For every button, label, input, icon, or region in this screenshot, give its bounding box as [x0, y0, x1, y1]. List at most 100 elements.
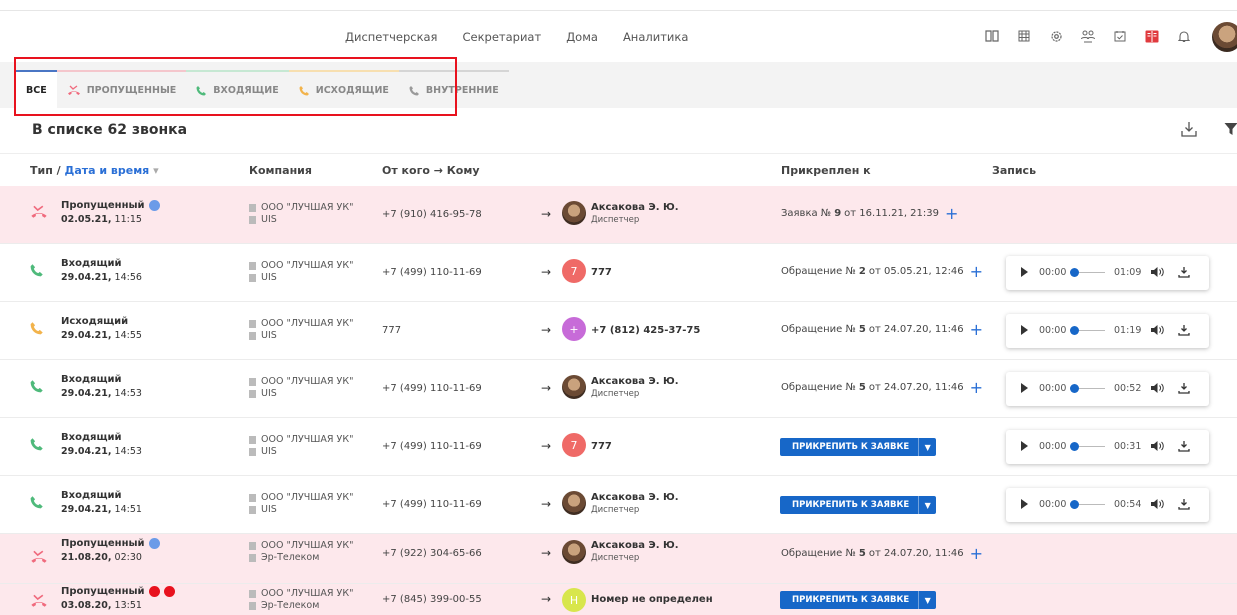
user-avatar[interactable] — [1212, 22, 1237, 52]
attached-to[interactable]: Обращение № 5 от 24.07.20, 11:46 + — [781, 545, 983, 561]
attached-to[interactable]: Заявка № 9 от 16.11.21, 21:39 + — [781, 205, 958, 221]
export-download-icon[interactable] — [1180, 120, 1198, 141]
nav-secretariat[interactable]: Секретариат — [462, 30, 541, 44]
tab-incoming[interactable]: ВХОДЯЩИЕ — [186, 70, 289, 108]
download-icon[interactable] — [1178, 440, 1190, 455]
seek-track[interactable] — [1079, 446, 1105, 447]
table-row[interactable]: Входящий 29.04.21, 14:53 ООО "ЛУЧШАЯ УК"… — [0, 360, 1237, 418]
settings-icon[interactable] — [1048, 28, 1064, 44]
company-name: ООО "ЛУЧШАЯ УК" — [249, 588, 353, 599]
attach-to-request-button[interactable]: ПРИКРЕПИТЬ К ЗАЯВКЕ ▼ — [780, 438, 937, 456]
column-company: Компания — [249, 164, 312, 177]
attach-number: 2 — [858, 266, 866, 277]
company-label: ООО "ЛУЧШАЯ УК" — [261, 492, 354, 503]
table-row[interactable]: Пропущенный 03.08.20, 13:51 ООО "ЛУЧШАЯ … — [0, 584, 1237, 615]
book-icon[interactable] — [984, 28, 1000, 44]
chevron-down-icon[interactable]: ▼ — [918, 591, 936, 609]
tab-internal[interactable]: ВНУТРЕННИЕ — [398, 70, 509, 108]
tab-outgoing-label: ИСХОДЯЩИЕ — [315, 84, 389, 96]
recipient-name: Аксакова Э. Ю. — [591, 376, 679, 387]
seek-track[interactable] — [1079, 330, 1105, 331]
table-row[interactable]: Входящий 29.04.21, 14:51 ООО "ЛУЧШАЯ УК"… — [0, 476, 1237, 534]
download-icon[interactable] — [1178, 266, 1190, 281]
play-icon[interactable] — [1021, 383, 1028, 393]
seek-track[interactable] — [1079, 272, 1105, 273]
chevron-down-icon[interactable]: ▼ — [918, 496, 936, 514]
play-icon[interactable] — [1021, 267, 1028, 277]
call-type-label: Входящий — [61, 490, 122, 501]
attached-to[interactable]: Обращение № 5 от 24.07.20, 11:46 + — [781, 379, 983, 395]
attached-to[interactable]: Обращение № 2 от 05.05.21, 12:46 + — [781, 263, 983, 279]
table-row[interactable]: Исходящий 29.04.21, 14:55 ООО "ЛУЧШАЯ УК… — [0, 302, 1237, 360]
arrow-right-icon: → — [541, 265, 552, 279]
calendar-check-icon[interactable] — [1112, 28, 1128, 44]
volume-icon[interactable] — [1150, 440, 1164, 455]
red-notebook-icon[interactable] — [1144, 28, 1160, 44]
call-time: 14:53 — [114, 446, 142, 457]
grid-icon[interactable] — [1016, 28, 1032, 44]
telephony-provider: UIS — [249, 330, 277, 341]
call-time: 14:53 — [114, 388, 142, 399]
volume-icon[interactable] — [1150, 266, 1164, 281]
plus-icon[interactable]: + — [970, 263, 983, 279]
call-type-label: Пропущенный — [61, 200, 145, 211]
table-row[interactable]: Входящий 29.04.21, 14:56 ООО "ЛУЧШАЯ УК"… — [0, 244, 1237, 302]
filter-icon[interactable] — [1224, 122, 1237, 139]
download-icon[interactable] — [1178, 324, 1190, 339]
table-row[interactable]: Пропущенный 21.08.20, 02:30 ООО "ЛУЧШАЯ … — [0, 534, 1237, 584]
seek-handle[interactable] — [1070, 326, 1079, 335]
avatar — [562, 491, 586, 515]
tab-outgoing[interactable]: ИСХОДЯЩИЕ — [288, 70, 399, 108]
call-type-label: Входящий — [61, 374, 122, 385]
tab-all[interactable]: ВСЕ — [16, 70, 57, 108]
duration: 00:54 — [1114, 499, 1142, 510]
plus-icon[interactable]: + — [970, 321, 983, 337]
provider-label: Эр-Телеком — [261, 552, 320, 563]
plus-icon[interactable]: + — [970, 379, 983, 395]
tab-missed[interactable]: ПРОПУЩЕННЫЕ — [56, 70, 187, 108]
call-type-label: Входящий — [61, 258, 122, 269]
arrow-right-icon: → — [541, 497, 552, 511]
volume-icon[interactable] — [1150, 324, 1164, 339]
users-icon[interactable] — [1080, 28, 1096, 44]
provider-label: UIS — [261, 330, 277, 341]
volume-icon[interactable] — [1150, 382, 1164, 397]
play-icon[interactable] — [1021, 441, 1028, 451]
recipient-role: Диспетчер — [591, 215, 640, 225]
caller-number: +7 (499) 110-11-69 — [382, 267, 482, 278]
nav-analytics[interactable]: Аналитика — [623, 30, 688, 44]
download-icon[interactable] — [1178, 498, 1190, 513]
seek-handle[interactable] — [1070, 442, 1079, 451]
recipient-role: Диспетчер — [591, 553, 640, 563]
call-date: 29.04.21, — [61, 272, 112, 283]
nav-dispatch[interactable]: Диспетчерская — [345, 30, 437, 44]
column-record: Запись — [992, 164, 1037, 177]
telephony-provider: UIS — [249, 272, 277, 283]
play-icon[interactable] — [1021, 499, 1028, 509]
volume-icon[interactable] — [1150, 498, 1164, 513]
nav-houses[interactable]: Дома — [566, 30, 598, 44]
attached-to[interactable]: Обращение № 5 от 24.07.20, 11:46 + — [781, 321, 983, 337]
seek-handle[interactable] — [1070, 384, 1079, 393]
column-datetime-label[interactable]: Дата и время — [65, 164, 150, 177]
attach-to-request-button[interactable]: ПРИКРЕПИТЬ К ЗАЯВКЕ ▼ — [780, 496, 937, 514]
bell-icon[interactable] — [1176, 28, 1192, 44]
chat-icon — [249, 389, 256, 398]
plus-icon[interactable]: + — [945, 205, 958, 221]
chevron-down-icon[interactable]: ▼ — [918, 438, 936, 456]
current-time: 00:00 — [1039, 267, 1067, 278]
attach-to-request-button[interactable]: ПРИКРЕПИТЬ К ЗАЯВКЕ ▼ — [780, 591, 937, 609]
play-icon[interactable] — [1021, 325, 1028, 335]
arrow-right-icon: → — [541, 207, 552, 221]
column-type-datetime[interactable]: Тип / Дата и время ▾ — [30, 164, 159, 177]
download-icon[interactable] — [1178, 382, 1190, 397]
table-row[interactable]: Входящий 29.04.21, 14:53 ООО "ЛУЧШАЯ УК"… — [0, 418, 1237, 476]
table-row[interactable]: Пропущенный 02.05.21, 11:15 ООО "ЛУЧШАЯ … — [0, 186, 1237, 244]
plus-icon[interactable]: + — [970, 545, 983, 561]
seek-track[interactable] — [1079, 388, 1105, 389]
seek-handle[interactable] — [1070, 500, 1079, 509]
seek-track[interactable] — [1079, 504, 1105, 505]
call-datetime: 21.08.20, 02:30 — [61, 552, 142, 563]
seek-handle[interactable] — [1070, 268, 1079, 277]
building-icon — [249, 541, 256, 550]
